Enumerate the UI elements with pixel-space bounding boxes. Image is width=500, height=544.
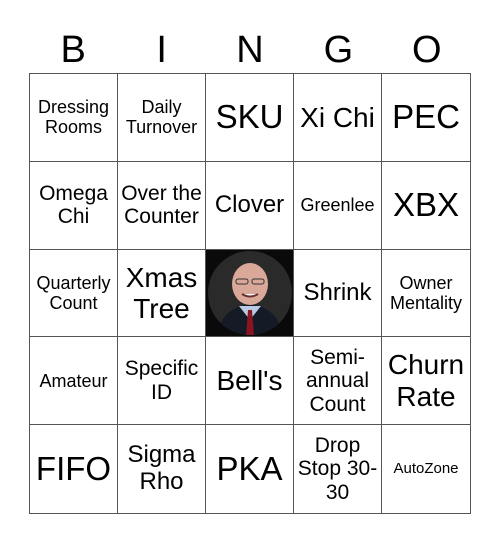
bingo-cell[interactable]: Clover (206, 161, 294, 250)
bingo-cell[interactable]: Amateur (30, 337, 118, 426)
bingo-cell[interactable]: SKU (206, 74, 294, 162)
bingo-cell-label: Sigma Rho (127, 441, 196, 496)
bingo-cell[interactable]: Owner Mentality (382, 250, 470, 338)
bingo-cell-label: PEC (392, 97, 460, 135)
bingo-cell[interactable]: Semi-annual Count (294, 337, 382, 426)
bingo-cell-label: Xi Chi (300, 101, 375, 133)
bingo-cell-label: Clover (214, 190, 285, 218)
header-letter-g: G (323, 29, 354, 71)
bingo-cell[interactable]: FIFO (30, 425, 118, 513)
bingo-cell[interactable]: PKA (206, 425, 294, 513)
bingo-cell[interactable]: XBX (382, 162, 470, 250)
bingo-cell-label: Drop Stop 30-30 (297, 433, 378, 504)
portrait-photo (206, 249, 293, 336)
bingo-cell[interactable]: PEC (382, 74, 470, 162)
bingo-header: B I N G O (29, 28, 471, 72)
bingo-cell[interactable]: Dressing Rooms (30, 74, 118, 162)
bingo-cell-label: Dressing Rooms (37, 97, 110, 138)
bingo-cell-label: Quarterly Count (36, 272, 111, 313)
bingo-cell-label: SKU (215, 97, 284, 135)
bingo-cell[interactable]: Xi Chi (294, 74, 382, 162)
bingo-cell-label: Semi-annual Count (305, 345, 370, 416)
header-letter-o: O (412, 29, 442, 71)
bingo-cell[interactable]: Quarterly Count (30, 249, 118, 338)
bingo-cell[interactable]: Over the Counter (118, 161, 206, 250)
header-letter-n: N (236, 29, 264, 71)
bingo-cell[interactable]: Sigma Rho (118, 425, 206, 513)
header-letter-i: I (156, 29, 167, 71)
bingo-cell-label: Owner Mentality (389, 272, 463, 313)
bingo-cell[interactable]: Omega Chi (30, 161, 118, 250)
bingo-cell-label: FIFO (35, 449, 112, 487)
bingo-grid: Dressing Rooms Daily Turnover SKU Xi Chi PEC… (29, 73, 471, 514)
bingo-cell-label: AutoZone (393, 459, 459, 477)
header-letter-b: B (60, 29, 86, 71)
bingo-cell[interactable]: Xmas Tree (118, 249, 206, 338)
bingo-cell[interactable]: AutoZone (382, 425, 470, 513)
bingo-cell[interactable]: Greenlee (294, 161, 382, 250)
bingo-cell-label: Omega Chi (39, 181, 108, 229)
bingo-cell[interactable]: Shrink (294, 249, 382, 338)
bingo-cell[interactable]: Daily Turnover (118, 74, 206, 162)
bingo-cell-label: Amateur (39, 370, 108, 391)
bingo-cell-label: Over the Counter (121, 181, 202, 229)
bingo-cell-label: Churn Rate (387, 349, 465, 412)
bingo-cell-label: XBX (392, 185, 460, 223)
bingo-cell-label: Bell's (216, 365, 283, 397)
bingo-cell[interactable]: Specific ID (118, 337, 206, 426)
bingo-cell-label: Shrink (303, 278, 372, 306)
bingo-cell-label: Xmas Tree (125, 261, 198, 324)
bingo-cell[interactable]: Bell's (206, 337, 294, 426)
bingo-cell-free[interactable] (206, 249, 294, 338)
bingo-cell[interactable]: Churn Rate (382, 337, 470, 426)
bingo-cell-label: Daily Turnover (125, 97, 198, 138)
bingo-cell-label: Greenlee (300, 195, 375, 216)
bingo-cell-label: PKA (216, 449, 283, 487)
bingo-cell-label: Specific ID (124, 357, 199, 404)
bingo-cell[interactable]: Drop Stop 30-30 (294, 425, 382, 513)
